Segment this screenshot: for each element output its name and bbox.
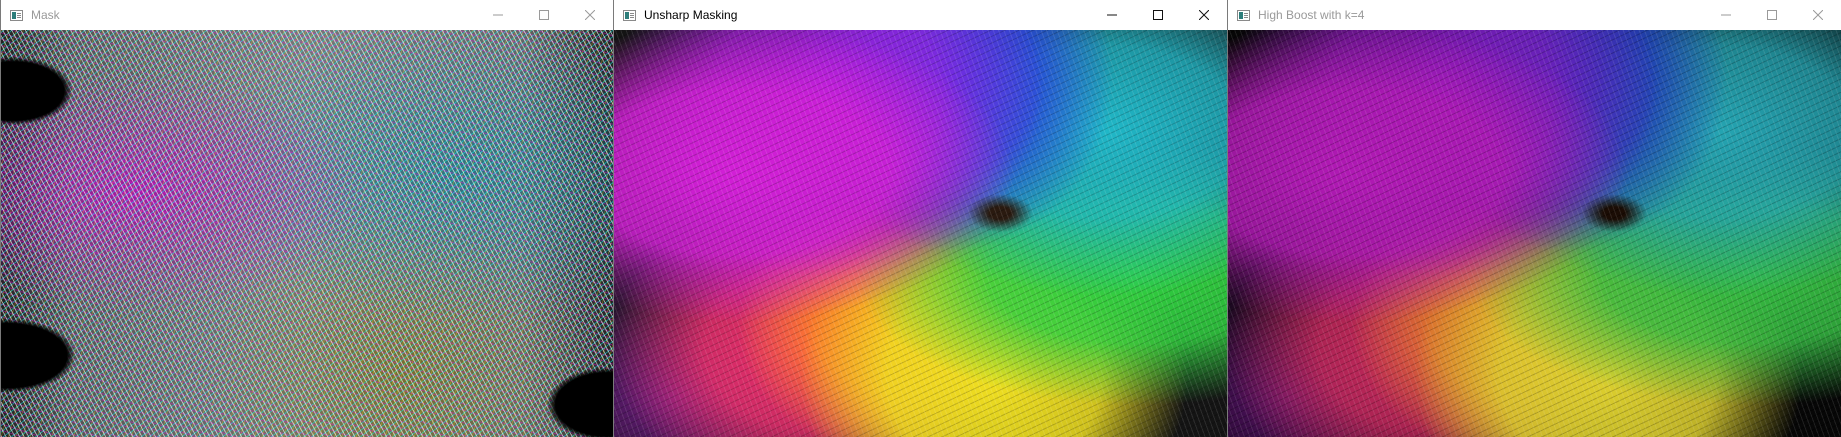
- minimize-button[interactable]: [1703, 0, 1749, 30]
- minimize-icon: [493, 14, 503, 16]
- window-mask[interactable]: Mask: [0, 0, 613, 437]
- minimize-icon: [1721, 14, 1731, 16]
- minimize-button[interactable]: [475, 0, 521, 30]
- desktop: Mask Unsharp Masking High Boost with k=4: [0, 0, 1841, 437]
- maximize-icon: [539, 10, 549, 20]
- maximize-icon: [1767, 10, 1777, 20]
- close-button[interactable]: [1795, 0, 1841, 30]
- mask-image: [1, 30, 613, 437]
- image-window-icon: [623, 9, 636, 21]
- window-controls: [1703, 0, 1841, 30]
- maximize-button[interactable]: [1135, 0, 1181, 30]
- close-icon: [1199, 10, 1209, 20]
- window-controls: [475, 0, 613, 30]
- window-title: Unsharp Masking: [644, 8, 738, 22]
- close-button[interactable]: [1181, 0, 1227, 30]
- image-window-icon: [1237, 9, 1250, 21]
- titlebar-mask[interactable]: Mask: [1, 0, 613, 30]
- window-controls: [1089, 0, 1227, 30]
- minimize-button[interactable]: [1089, 0, 1135, 30]
- close-icon: [585, 10, 595, 20]
- window-title: High Boost with k=4: [1258, 8, 1365, 22]
- close-icon: [1813, 10, 1823, 20]
- image-window-icon: [10, 9, 23, 21]
- close-button[interactable]: [567, 0, 613, 30]
- window-unsharp-masking[interactable]: Unsharp Masking: [613, 0, 1227, 437]
- maximize-button[interactable]: [521, 0, 567, 30]
- window-high-boost[interactable]: High Boost with k=4: [1227, 0, 1841, 437]
- titlebar-unsharp-masking[interactable]: Unsharp Masking: [614, 0, 1227, 30]
- window-title: Mask: [31, 8, 60, 22]
- minimize-icon: [1107, 14, 1117, 16]
- unsharp-masking-image: [614, 30, 1227, 437]
- maximize-button[interactable]: [1749, 0, 1795, 30]
- titlebar-high-boost[interactable]: High Boost with k=4: [1228, 0, 1841, 30]
- high-boost-image: [1228, 30, 1841, 437]
- maximize-icon: [1153, 10, 1163, 20]
